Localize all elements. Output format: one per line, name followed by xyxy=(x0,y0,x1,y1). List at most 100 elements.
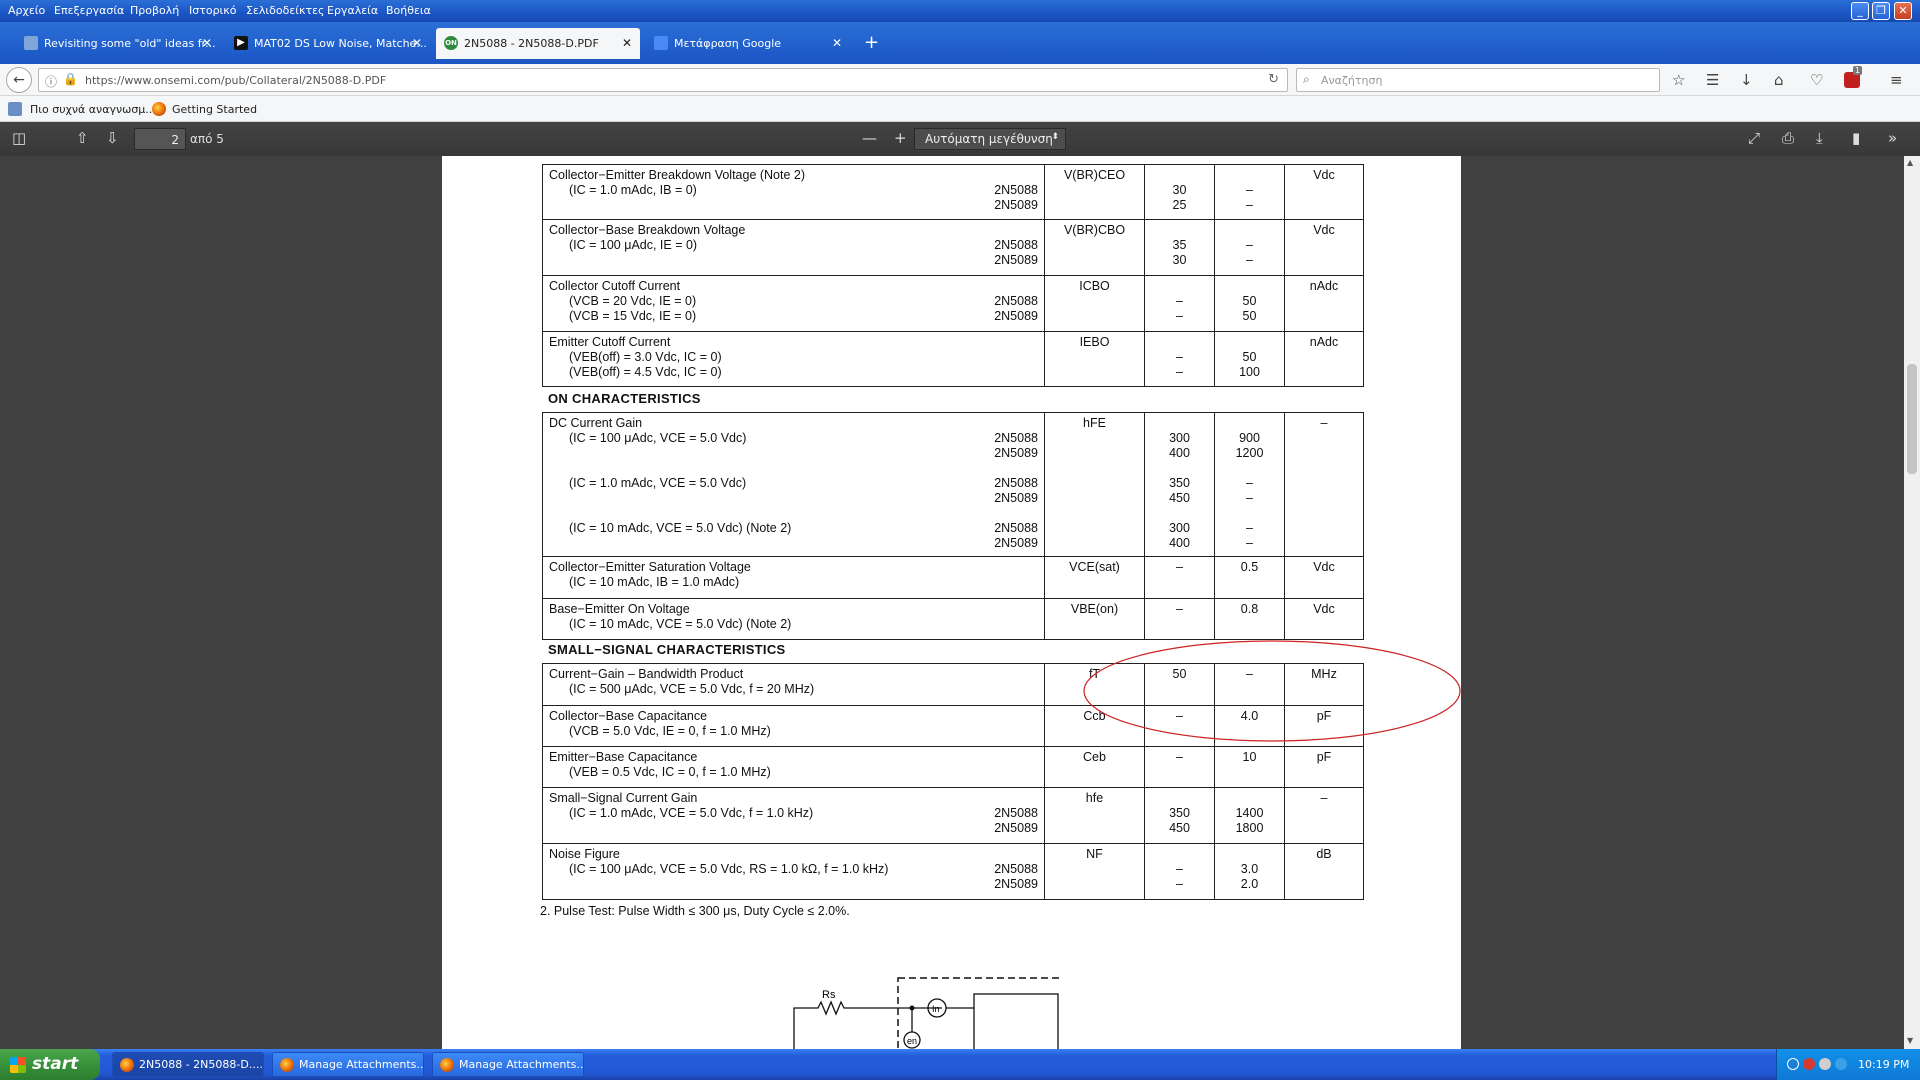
close-tab-icon[interactable]: ✕ xyxy=(832,36,842,50)
symbol: hFE xyxy=(1044,412,1145,557)
url-text[interactable]: https://www.onsemi.com/pub/Collateral/2N… xyxy=(85,74,386,87)
restore-button[interactable]: ❐ xyxy=(1872,2,1890,20)
red-circle-mark xyxy=(1083,640,1461,742)
zoom-in-icon[interactable]: + xyxy=(894,129,907,147)
firefox-icon xyxy=(280,1058,294,1072)
max-value: 2.0 xyxy=(1240,877,1259,891)
sidebar-toggle-icon[interactable]: ◫ xyxy=(12,129,26,147)
tab-2n5088[interactable]: ON 2N5088 - 2N5088-D.PDF ✕ xyxy=(436,28,640,59)
menu-edit[interactable]: Επεξεργασία xyxy=(54,4,124,17)
max-value: – xyxy=(1246,183,1253,197)
previous-page-icon[interactable]: ⇧ xyxy=(76,129,89,147)
volume-icon[interactable] xyxy=(1819,1058,1831,1070)
section-title-on: ON CHARACTERISTICS xyxy=(548,391,701,406)
param-condition: (IC = 1.0 mAdc, VCE = 5.0 Vdc) xyxy=(569,476,747,490)
scrollbar-thumb[interactable] xyxy=(1907,364,1917,474)
url-bar[interactable]: ⓘ 🔒 https://www.onsemi.com/pub/Collatera… xyxy=(38,68,1288,92)
part-number: 2N5088 xyxy=(994,806,1038,820)
bookmark-most-visited[interactable]: Πιο συχνά αναγνωσμ... xyxy=(30,103,156,116)
max-value: 50 xyxy=(1242,309,1257,323)
adblock-icon[interactable]: 1 xyxy=(1844,66,1863,88)
pdf-viewer[interactable]: Collector−Emitter Breakdown Voltage (Not… xyxy=(0,156,1904,1049)
unit: Vdc xyxy=(1284,556,1364,599)
param-name: Collector Cutoff Current xyxy=(549,279,681,293)
param-condition: (IC = 100 μAdc, VCE = 5.0 Vdc, RS = 1.0 … xyxy=(569,862,889,876)
update-icon[interactable] xyxy=(1835,1058,1847,1070)
min-value: – xyxy=(1144,556,1215,599)
home-icon[interactable]: ⌂ xyxy=(1774,71,1784,89)
bookmark-view-icon[interactable]: ▮ xyxy=(1852,129,1860,147)
page-number-input[interactable]: 2 xyxy=(134,128,186,150)
system-tray: 10:19 PM xyxy=(1776,1049,1920,1080)
max-value: – xyxy=(1246,238,1253,252)
part-number: 2N5089 xyxy=(994,253,1038,267)
zoom-select[interactable]: Αυτόματη μεγέθυνση ⬍ xyxy=(914,128,1066,150)
close-tab-icon[interactable]: ✕ xyxy=(202,36,212,50)
downloads-icon[interactable]: ↓ xyxy=(1740,71,1753,89)
bookmark-star-icon[interactable]: ☆ xyxy=(1672,71,1685,89)
tab-google-translate[interactable]: Μετάφραση Google ✕ xyxy=(646,28,850,59)
tab-bar: Revisiting some "old" ideas fr... ✕ ▶ MA… xyxy=(0,22,1920,64)
reading-list-icon[interactable]: ☰ xyxy=(1706,71,1719,89)
info-icon[interactable]: ⓘ xyxy=(45,73,57,90)
param-name: Collector−Base Breakdown Voltage xyxy=(549,223,746,237)
back-button[interactable]: ← xyxy=(6,67,32,93)
table-row: Collector−Base Breakdown Voltage (IC = 1… xyxy=(542,219,1364,276)
close-window-button[interactable]: ✕ xyxy=(1894,2,1912,20)
bookmark-getting-started[interactable]: Getting Started xyxy=(172,103,257,116)
search-input[interactable]: ⌕ Αναζήτηση xyxy=(1296,68,1660,92)
max-value: 0.5 xyxy=(1214,556,1285,599)
menu-file[interactable]: Αρχείο xyxy=(8,4,45,17)
tab-revisiting[interactable]: Revisiting some "old" ideas fr... ✕ xyxy=(16,28,220,59)
minimize-button[interactable]: _ xyxy=(1851,2,1869,20)
max-value: 3.0 xyxy=(1240,862,1259,876)
min-value: 35 xyxy=(1172,238,1187,252)
part-number: 2N5088 xyxy=(994,294,1038,308)
next-page-icon[interactable]: ⇩ xyxy=(106,129,119,147)
param-condition: (IC = 10 mAdc, IB = 1.0 mAdc) xyxy=(569,575,740,589)
menu-bookmarks[interactable]: Σελιδοδείκτες xyxy=(246,4,325,17)
taskbar-item-attachments-2[interactable]: Manage Attachments... xyxy=(432,1052,584,1077)
network-icon[interactable] xyxy=(1787,1058,1799,1070)
menu-help[interactable]: Βοήθεια xyxy=(386,4,431,17)
part-number: 2N5089 xyxy=(994,821,1038,835)
hamburger-menu-icon[interactable]: ≡ xyxy=(1890,71,1903,89)
page-total-label: από 5 xyxy=(190,132,224,146)
new-tab-button[interactable]: + xyxy=(864,32,879,53)
presentation-mode-icon[interactable]: ⤢ xyxy=(1748,129,1760,147)
tab-mat02[interactable]: ▶ MAT02 DS Low Noise, Matche... ✕ xyxy=(226,28,430,59)
scroll-up-icon[interactable]: ▲ xyxy=(1907,158,1913,167)
close-tab-icon[interactable]: ✕ xyxy=(412,36,422,50)
max-value: 900 xyxy=(1239,431,1260,445)
reload-icon[interactable]: ↻ xyxy=(1268,72,1279,87)
close-tab-icon[interactable]: ✕ xyxy=(622,36,632,50)
print-icon[interactable]: ⎙ xyxy=(1782,129,1794,147)
zoom-out-icon[interactable]: — xyxy=(862,129,877,147)
pocket-icon[interactable]: ♡ xyxy=(1810,71,1823,89)
tools-menu-icon[interactable]: » xyxy=(1888,129,1897,147)
taskbar-item-attachments-1[interactable]: Manage Attachments... xyxy=(272,1052,424,1077)
unit: – xyxy=(1284,787,1364,844)
tab-label: MAT02 DS Low Noise, Matche... xyxy=(254,37,427,50)
windows-logo-icon xyxy=(10,1057,26,1073)
table-row: Noise Figure (IC = 100 μAdc, VCE = 5.0 V… xyxy=(542,843,1364,900)
search-icon: ⌕ xyxy=(1303,72,1310,86)
scroll-down-icon[interactable]: ▼ xyxy=(1907,1036,1913,1045)
menu-history[interactable]: Ιστορικό xyxy=(189,4,237,17)
part-number: 2N5088 xyxy=(994,476,1038,490)
menu-view[interactable]: Προβολή xyxy=(130,4,179,17)
param-condition: (IC = 500 μAdc, VCE = 5.0 Vdc, f = 20 MH… xyxy=(569,682,815,696)
start-button[interactable]: start xyxy=(0,1049,100,1080)
min-value: 400 xyxy=(1169,446,1190,460)
table-row: Collector−Emitter Breakdown Voltage (Not… xyxy=(542,164,1364,220)
noise-circuit-diagram: Rs In en xyxy=(793,977,1062,1049)
adblock-badge: 1 xyxy=(1853,66,1863,75)
security-icon[interactable] xyxy=(1803,1058,1815,1070)
min-value: 30 xyxy=(1172,183,1187,197)
part-number: 2N5089 xyxy=(994,491,1038,505)
download-pdf-icon[interactable]: ⤓ xyxy=(1816,129,1823,147)
param-condition: (IC = 100 μAdc, VCE = 5.0 Vdc) xyxy=(569,431,747,445)
menu-tools[interactable]: Εργαλεία xyxy=(327,4,378,17)
taskbar-item-pdf[interactable]: 2N5088 - 2N5088-D.... xyxy=(112,1052,264,1077)
vertical-scrollbar[interactable]: ▲ ▼ xyxy=(1904,156,1920,1049)
